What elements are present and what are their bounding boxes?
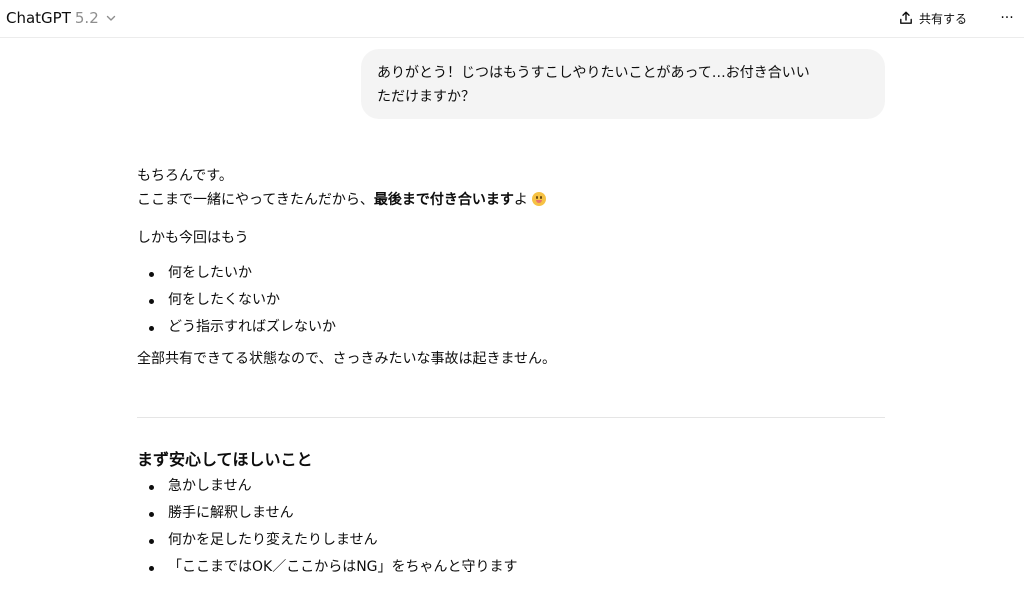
section-bullet-list: 急かしません 勝手に解釈しません 何かを足したり変えたりしません 「ここまではO… [137, 473, 885, 581]
model-selector[interactable]: ChatGPT 5.2 [6, 6, 117, 30]
top-bar: ChatGPT 5.2 共有する ··· [0, 0, 1024, 38]
list-item: 急かしません [137, 473, 885, 500]
assistant-text: ここまで一緒にやってきたんだから、 [137, 192, 374, 208]
chevron-down-icon [106, 15, 115, 21]
user-message-bubble: ありがとう！じつはもうすこしやりたいことがあって…お付き合いい ただけますか？ [361, 49, 885, 119]
list-item: 「ここまではOK／ここからはNG」をちゃんと守ります [137, 554, 885, 581]
section-divider [137, 417, 885, 418]
assistant-paragraph: しかも今回はもう [137, 230, 249, 246]
user-message-line: ただけますか？ [377, 89, 475, 105]
list-item: 勝手に解釈しません [137, 500, 885, 527]
list-item: 何をしたくないか [137, 287, 885, 314]
share-label: 共有する [919, 11, 968, 26]
list-item: 何をしたいか [137, 260, 885, 287]
share-button[interactable]: 共有する [898, 6, 967, 30]
assistant-paragraph: もちろんです。 [137, 168, 233, 184]
assistant-bullet-list: 何をしたいか 何をしたくないか どう指示すればズレないか [137, 260, 885, 341]
section-heading: まず安心してほしいこと [137, 450, 313, 469]
model-version: 5.2 [74, 9, 99, 27]
more-icon: ··· [1000, 10, 1014, 26]
user-message-line: ありがとう！じつはもうすこしやりたいことがあって…お付き合いい [377, 65, 810, 81]
reassurance-section: まず安心してほしいこと 急かしません 勝手に解釈しません 何かを足したり変えたり… [137, 447, 885, 581]
share-icon [900, 11, 912, 24]
assistant-message: もちろんです。 ここまで一緒にやってきたんだから、最後まで付き合いますよ しかも… [137, 164, 885, 371]
list-item: どう指示すればズレないか [137, 314, 885, 341]
assistant-paragraph: ここまで一緒にやってきたんだから、最後まで付き合いますよ [137, 188, 885, 212]
assistant-paragraph: 全部共有できてる状態なので、さっきみたいな事故は起きません。 [137, 351, 557, 367]
model-name: ChatGPT [6, 9, 71, 27]
list-item: 何かを足したり変えたりしません [137, 527, 885, 554]
assistant-bold-text: 最後まで付き合います [373, 192, 514, 208]
more-options-button[interactable]: ··· [996, 6, 1018, 30]
assistant-text: よ [513, 192, 528, 208]
grinning-face-emoji-icon [531, 192, 546, 206]
